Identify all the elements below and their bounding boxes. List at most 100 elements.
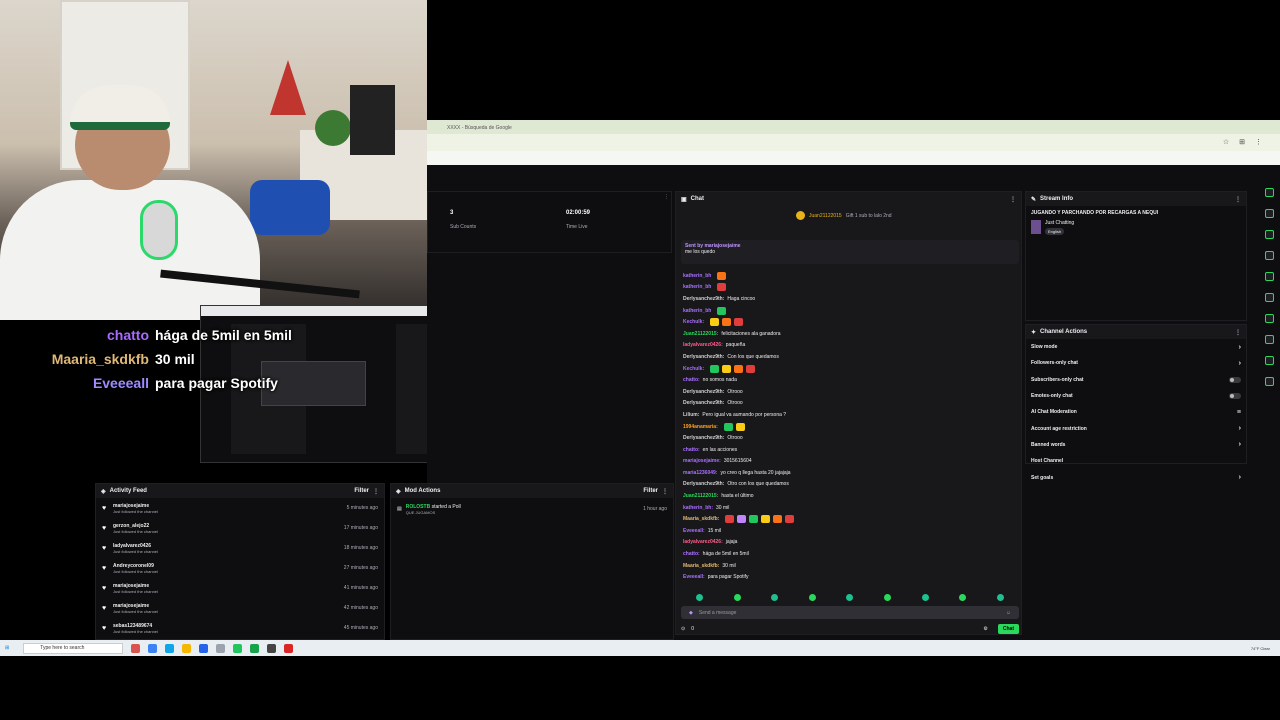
edge-icon[interactable] [165,643,175,653]
chat-username[interactable]: Eveeeall: [683,528,705,534]
taskbar-search[interactable]: Type here to search [23,642,124,654]
chat-username[interactable]: Maaria_skdkfb: [683,563,719,569]
app-icon[interactable] [148,643,158,653]
chat-username[interactable]: katherin_bh [683,284,711,290]
settings-icon[interactable] [1264,188,1274,197]
chat-icon[interactable] [1264,293,1274,302]
star-icon[interactable]: ☆ [1223,138,1229,146]
reaction-icon[interactable] [921,593,929,601]
reaction-icon[interactable] [846,593,854,601]
reaction-icon[interactable] [884,593,891,601]
obs-icon[interactable] [267,643,277,653]
chat-username[interactable]: ladyalvarez0426: [683,342,723,348]
channel-action-item[interactable]: Followers-only chat › [1026,355,1246,371]
reaction-icon[interactable] [771,593,779,601]
chat-username[interactable]: Derlysanchez9th: [683,481,724,487]
channel-action-item[interactable]: AI Chat Moderation ≡ [1026,404,1246,420]
chat-username[interactable]: Lilium: [683,412,699,418]
edit-icon[interactable] [1264,209,1274,218]
store-icon[interactable] [199,643,209,653]
document-icon[interactable] [1264,272,1274,281]
chat-username[interactable]: Derlysanchez9th: [683,435,724,441]
app-icon[interactable] [250,643,260,653]
chat-username[interactable]: Kechulk: [683,366,704,372]
channel-actions-menu-icon[interactable]: ⋮ [1235,329,1241,336]
weather-tray[interactable]: 74°F Clear [1251,646,1270,651]
browser-tab[interactable]: XXXX - Búsqueda de Google [447,122,547,134]
extensions-icon[interactable]: ⊞ [1239,138,1245,146]
channel-action-item[interactable]: Subscribers-only chat [1026,372,1246,388]
chat-username[interactable]: katherin_bh: [683,505,713,511]
chat-username[interactable]: Derlysanchez9th: [683,296,724,302]
activity-filter-button[interactable]: Filter [354,488,369,494]
toggle-switch[interactable] [1229,376,1241,383]
channel-action-item[interactable]: Banned words › [1026,437,1246,453]
tools-icon[interactable] [1264,230,1274,239]
chat-username[interactable]: Derlysanchez9th: [683,389,724,395]
toggle-switch[interactable] [1229,393,1241,400]
lightning-icon[interactable] [1264,251,1274,260]
chat-input[interactable]: ◆ Send a message ☺ [681,606,1019,619]
bits-icon[interactable]: ◆ [689,610,693,616]
chat-username[interactable]: Juan21122015: [683,331,718,337]
chat-send-button[interactable]: Chat [997,624,1019,634]
reaction-icon[interactable] [696,593,704,601]
app-icon[interactable] [216,643,226,653]
channel-action-item[interactable]: Account age restriction › [1026,420,1246,436]
activity-user[interactable]: sebas123489674 [113,623,158,629]
chat-menu-icon[interactable]: ⋮ [1010,196,1016,203]
pinned-message[interactable]: Sent by mariajosejaime me los quedo [681,240,1019,264]
app-icon[interactable] [131,643,141,653]
start-icon[interactable]: ⊞ [5,645,9,651]
reaction-icon[interactable] [996,593,1004,601]
stream-tag[interactable]: English [1045,228,1065,235]
stats-menu-icon[interactable]: ⋮ [664,194,669,200]
channel-action-item[interactable]: Host Channel [1026,453,1246,469]
app-icon[interactable] [284,643,294,653]
chat-username[interactable]: Derlysanchez9th: [683,354,724,360]
chat-username[interactable]: 1994anamaria: [683,424,718,430]
chevron-right-icon[interactable]: › [1239,344,1241,351]
person-icon[interactable] [1264,377,1274,386]
chat-username[interactable]: Maaria_skdkfb: [683,516,719,522]
mod-action-user[interactable]: ROLOSTB [406,504,430,510]
wrench-icon[interactable] [1264,356,1274,365]
chevron-right-icon[interactable]: › [1239,474,1241,481]
emote-picker-icon[interactable]: ☺ [1006,610,1011,616]
chat-username[interactable]: maria1236049: [683,470,717,476]
stream-category[interactable]: Just Chatting English [1026,220,1246,235]
chevron-right-icon[interactable]: › [1239,360,1241,367]
reaction-icon[interactable] [808,593,816,601]
chat-username[interactable]: chatto: [683,377,700,383]
link-icon[interactable] [1264,314,1274,323]
chrome-icon[interactable] [233,643,243,653]
channel-action-item[interactable]: Set goals › [1026,469,1246,485]
grid-icon[interactable] [1264,335,1274,344]
chevron-right-icon[interactable]: › [1239,441,1241,448]
chat-username[interactable]: katherin_bh [683,273,711,279]
folder-icon[interactable] [182,643,192,653]
chat-username[interactable]: mariajosejaime: [683,458,721,464]
channel-action-item[interactable]: Emotes-only chat [1026,388,1246,404]
settings-icon[interactable]: ⚙ [983,626,987,632]
chat-username[interactable]: Eveeeall: [683,574,705,580]
stream-info-menu-icon[interactable]: ⋮ [1235,196,1241,203]
chat-username[interactable]: Derlysanchez9th: [683,400,724,406]
mod-menu-icon[interactable]: ⋮ [662,488,668,495]
chat-username[interactable]: chatto: [683,551,700,557]
activity-user[interactable]: Andreycoronel09 [113,563,158,569]
settings-list-icon[interactable]: ≡ [1237,409,1241,416]
chat-username[interactable]: chatto: [683,447,700,453]
channel-action-item[interactable]: Slow mode › [1026,339,1246,355]
chat-username[interactable]: Kechulk: [683,319,704,325]
menu-icon[interactable]: ⋮ [1255,138,1262,146]
activity-menu-icon[interactable]: ⋮ [373,488,379,495]
chat-username[interactable]: Juan21122015: [683,493,718,499]
chat-username[interactable]: ladyalvarez0426: [683,539,723,545]
chevron-right-icon[interactable]: › [1239,425,1241,432]
reaction-icon[interactable] [959,593,967,601]
channel-points-icon[interactable]: ⊙ [681,626,685,632]
mod-filter-button[interactable]: Filter [643,488,658,494]
chat-username[interactable]: katherin_bh [683,308,711,314]
reaction-icon[interactable] [733,593,741,601]
